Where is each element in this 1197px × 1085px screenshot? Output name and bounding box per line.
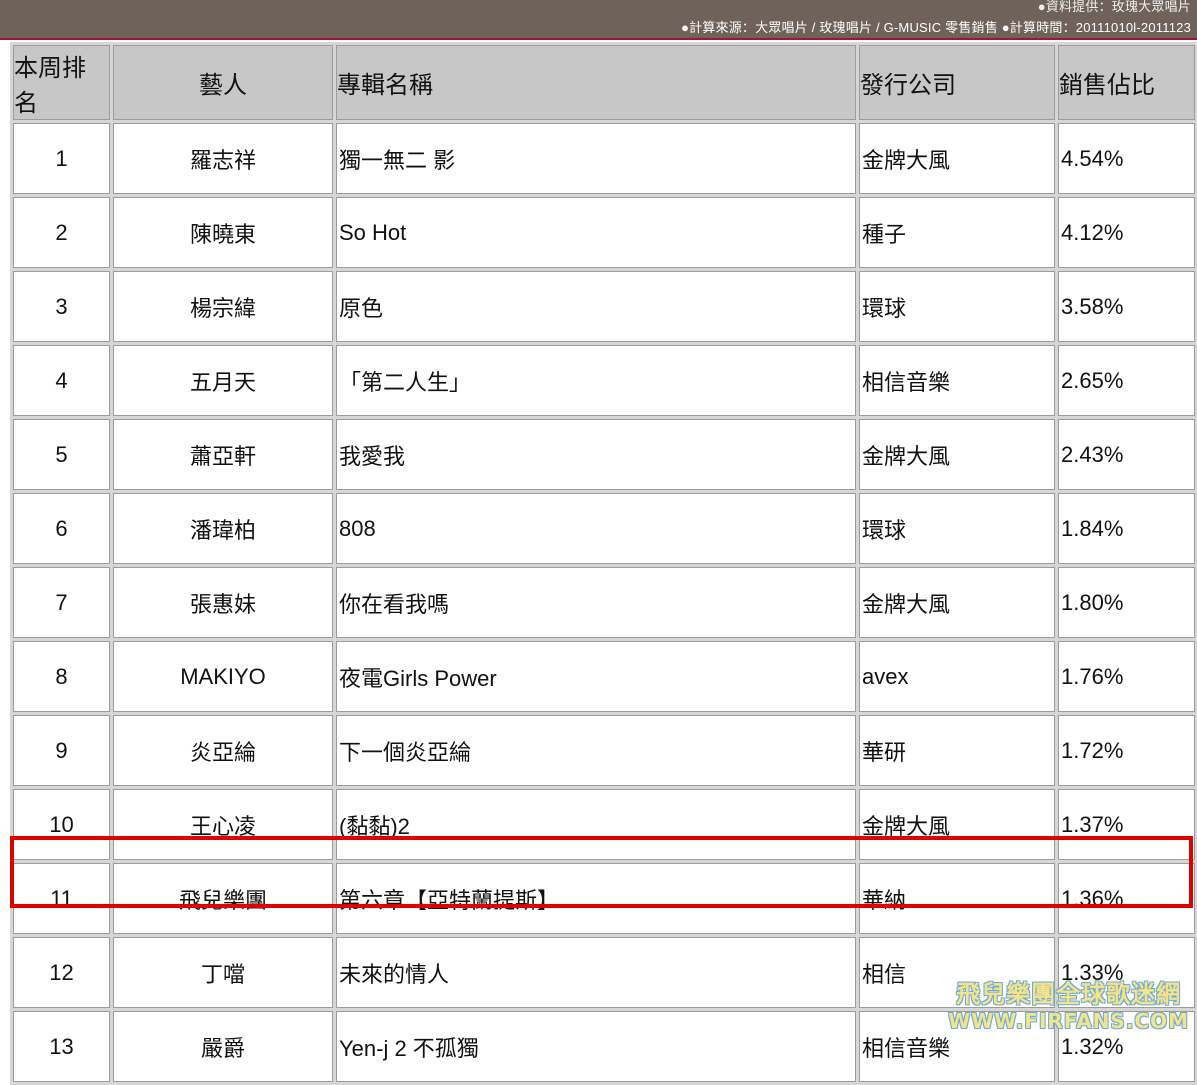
table-row: 8 MAKIYO 夜電Girls Power avex 1.76% [13, 641, 1195, 712]
column-header-label: 發行公司 [859, 45, 1055, 120]
rank-cell: 12 [13, 937, 110, 1008]
artist-cell: 潘瑋柏 [113, 493, 333, 564]
table-row: 5 蕭亞軒 我愛我 金牌大風 2.43% [13, 419, 1195, 490]
label-cell: 金牌大風 [859, 123, 1055, 194]
rank-cell: 11 [13, 863, 110, 934]
table-row: 4 五月天 「第二人生」 相信音樂 2.65% [13, 345, 1195, 416]
rank-cell: 1 [13, 123, 110, 194]
album-cell: 原色 [336, 271, 856, 342]
artist-cell: 王心凌 [113, 789, 333, 860]
share-cell: 4.12% [1058, 197, 1195, 268]
album-cell: 下一個炎亞綸 [336, 715, 856, 786]
table-row: 1 羅志祥 獨一無二 影 金牌大風 4.54% [13, 123, 1195, 194]
album-cell: 未來的情人 [336, 937, 856, 1008]
artist-cell: MAKIYO [113, 641, 333, 712]
table-row-highlighted: 11 飛兒樂團 第六章【亞特蘭提斯】 華納 1.36% [13, 863, 1195, 934]
table-row: 9 炎亞綸 下一個炎亞綸 華研 1.72% [13, 715, 1195, 786]
artist-cell: 蕭亞軒 [113, 419, 333, 490]
album-cell: 夜電Girls Power [336, 641, 856, 712]
album-cell: So Hot [336, 197, 856, 268]
artist-cell: 炎亞綸 [113, 715, 333, 786]
watermark-title: 飛兒樂團全球歌迷網 [956, 980, 1182, 1008]
data-provider-text: ●資料提供：玫瑰大眾唱片 [1037, 0, 1191, 14]
rank-cell: 10 [13, 789, 110, 860]
table-row: 3 楊宗緯 原色 環球 3.58% [13, 271, 1195, 342]
label-cell: 環球 [859, 271, 1055, 342]
album-cell: 獨一無二 影 [336, 123, 856, 194]
share-cell: 3.58% [1058, 271, 1195, 342]
album-cell: Yen-j 2 不孤獨 [336, 1011, 856, 1082]
label-cell: 華納 [859, 863, 1055, 934]
share-cell: 1.36% [1058, 863, 1195, 934]
artist-cell: 楊宗緯 [113, 271, 333, 342]
label-cell: 相信音樂 [859, 345, 1055, 416]
album-cell: 808 [336, 493, 856, 564]
rank-cell: 3 [13, 271, 110, 342]
share-cell: 2.43% [1058, 419, 1195, 490]
album-cell: 「第二人生」 [336, 345, 856, 416]
share-cell: 1.72% [1058, 715, 1195, 786]
rank-cell: 6 [13, 493, 110, 564]
artist-cell: 丁噹 [113, 937, 333, 1008]
watermark-url: WWW.FIRFANS.COM [948, 1009, 1189, 1033]
calculation-source-text: ●計算來源：大眾唱片 / 玫瑰唱片 / G-MUSIC 零售銷售 ●計算時間：2… [681, 20, 1191, 35]
table-row: 6 潘瑋柏 808 環球 1.84% [13, 493, 1195, 564]
rank-cell: 8 [13, 641, 110, 712]
share-cell: 1.37% [1058, 789, 1195, 860]
share-cell: 4.54% [1058, 123, 1195, 194]
label-cell: 華研 [859, 715, 1055, 786]
site-watermark: 飛兒樂團全球歌迷網 WWW.FIRFANS.COM [948, 974, 1189, 1033]
artist-cell: 張惠妹 [113, 567, 333, 638]
label-cell: 金牌大風 [859, 567, 1055, 638]
column-header-album: 專輯名稱 [336, 45, 856, 120]
rank-cell: 4 [13, 345, 110, 416]
artist-cell: 陳曉東 [113, 197, 333, 268]
table-row: 7 張惠妹 你在看我嗎 金牌大風 1.80% [13, 567, 1195, 638]
table-header-row: 本周排名 藝人 專輯名稱 發行公司 銷售佔比 [13, 45, 1195, 120]
share-cell: 1.80% [1058, 567, 1195, 638]
rank-cell: 5 [13, 419, 110, 490]
artist-cell: 五月天 [113, 345, 333, 416]
share-cell: 1.84% [1058, 493, 1195, 564]
label-cell: 種子 [859, 197, 1055, 268]
album-cell: 我愛我 [336, 419, 856, 490]
album-cell: (黏黏)2 [336, 789, 856, 860]
sales-chart-table: 本周排名 藝人 專輯名稱 發行公司 銷售佔比 1 羅志祥 獨一無二 影 金牌大風… [10, 42, 1197, 1085]
label-cell: avex [859, 641, 1055, 712]
album-cell: 第六章【亞特蘭提斯】 [336, 863, 856, 934]
column-header-rank: 本周排名 [13, 45, 110, 120]
share-cell: 1.76% [1058, 641, 1195, 712]
rank-cell: 13 [13, 1011, 110, 1082]
artist-cell: 羅志祥 [113, 123, 333, 194]
label-cell: 金牌大風 [859, 789, 1055, 860]
source-header-bar: ●資料提供：玫瑰大眾唱片 ●計算來源：大眾唱片 / 玫瑰唱片 / G-MUSIC… [0, 0, 1197, 40]
rank-cell: 2 [13, 197, 110, 268]
artist-cell: 飛兒樂團 [113, 863, 333, 934]
rank-cell: 7 [13, 567, 110, 638]
column-header-artist: 藝人 [113, 45, 333, 120]
artist-cell: 嚴爵 [113, 1011, 333, 1082]
table-row: 2 陳曉東 So Hot 種子 4.12% [13, 197, 1195, 268]
share-cell: 2.65% [1058, 345, 1195, 416]
album-cell: 你在看我嗎 [336, 567, 856, 638]
label-cell: 環球 [859, 493, 1055, 564]
label-cell: 金牌大風 [859, 419, 1055, 490]
table-row: 10 王心凌 (黏黏)2 金牌大風 1.37% [13, 789, 1195, 860]
column-header-sales-share: 銷售佔比 [1058, 45, 1195, 120]
rank-cell: 9 [13, 715, 110, 786]
